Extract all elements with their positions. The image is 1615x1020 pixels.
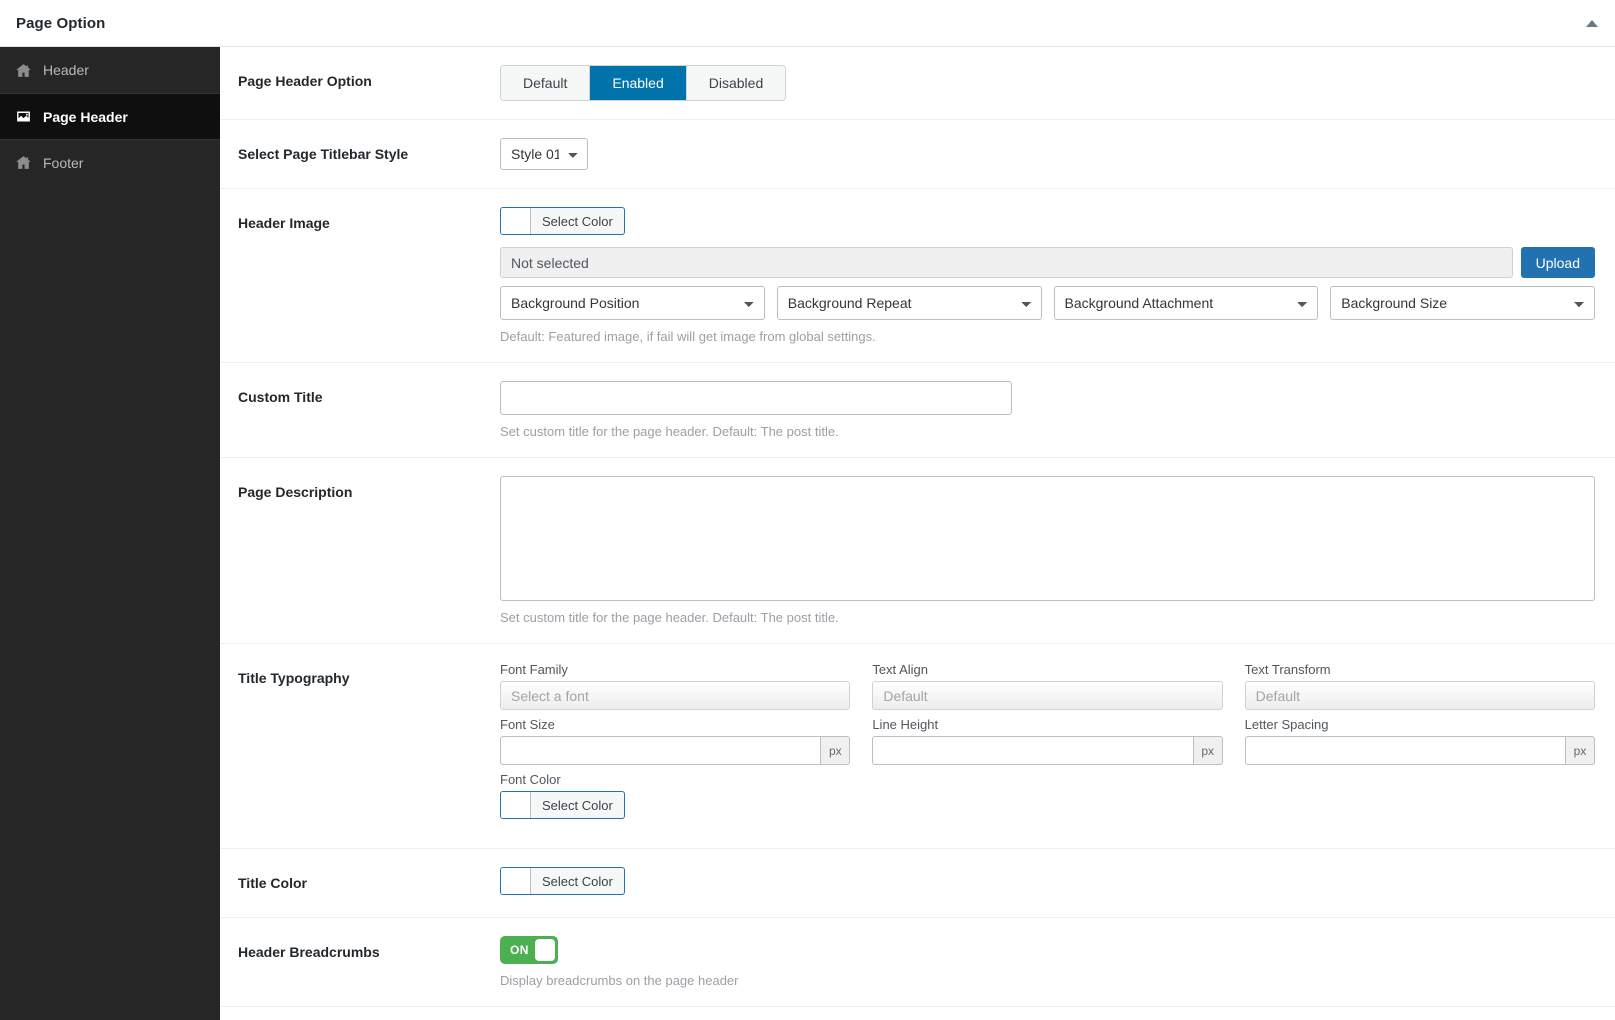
- color-swatch: [501, 868, 531, 895]
- row-page-description: Page Description Set custom title for th…: [220, 458, 1615, 645]
- letter-spacing-unit: px: [1565, 736, 1595, 766]
- sidebar-item-page-header[interactable]: Page Header: [0, 93, 227, 139]
- topbar: Page Option: [0, 0, 1615, 47]
- header-image-color-button[interactable]: Select Color: [500, 207, 625, 236]
- header-breadcrumbs-help-text: Display breadcrumbs on the page header: [500, 973, 739, 989]
- titlebar-style-select[interactable]: Style 01: [500, 138, 588, 171]
- text-transform-cell: Text Transform Default: [1244, 662, 1595, 711]
- letter-spacing-cell: Letter Spacing px: [1244, 717, 1595, 766]
- sidebar-item-footer[interactable]: Footer: [0, 139, 220, 185]
- sidebar-item-label: Footer: [43, 154, 84, 171]
- color-swatch: [501, 792, 531, 819]
- label-page-header-option: Page Header Option: [238, 73, 372, 89]
- typography-grid: Font Family Select a font Text Align Def…: [500, 662, 1595, 830]
- font-size-unit: px: [820, 736, 851, 766]
- label-title-typography: Title Typography: [238, 670, 350, 687]
- line-height-unit: px: [1192, 736, 1223, 766]
- header-image-file-input[interactable]: [500, 247, 1513, 279]
- background-attachment-select[interactable]: Background Attachment: [1053, 286, 1319, 321]
- row-custom-title: Custom Title Set custom title for the pa…: [220, 363, 1615, 459]
- custom-title-input[interactable]: [500, 381, 1012, 416]
- header-image-help-text: Default: Featured image, if fail will ge…: [500, 329, 876, 345]
- text-align-label: Text Align: [872, 662, 928, 678]
- row-header-breadcrumbs: Header Breadcrumbs ON Display breadcrumb…: [220, 918, 1615, 1008]
- toggle-knob: [534, 939, 555, 962]
- font-size-cell: Font Size px: [500, 717, 851, 766]
- text-align-cell: Text Align Default: [872, 662, 1223, 711]
- font-family-label: Font Family: [500, 662, 568, 678]
- label-custom-title: Custom Title: [238, 389, 323, 406]
- font-color-button[interactable]: Select Color: [500, 791, 625, 820]
- sidebar-item-label: Header: [43, 62, 89, 78]
- upload-button[interactable]: Upload: [1520, 247, 1595, 279]
- font-color-cell: Font Color Select Color: [500, 772, 850, 823]
- background-repeat-select[interactable]: Background Repeat: [776, 286, 1042, 321]
- font-family-cell: Font Family Select a font: [500, 662, 851, 711]
- row-header-image: Header Image Select Color Upload Backgro…: [220, 189, 1615, 364]
- sidebar-item-label: Page Header: [43, 108, 128, 125]
- row-title-typography: Title Typography Font Family Select a fo…: [220, 644, 1615, 850]
- title-color-button[interactable]: Select Color: [500, 867, 625, 896]
- sidebar: Header Page Header Footer: [0, 47, 227, 1020]
- color-button-label: Select Color: [542, 213, 613, 229]
- settings-list: Page Header Option Default Enabled Disab…: [220, 47, 1615, 1020]
- toggle-state-label: ON: [510, 943, 529, 958]
- caret-up-glyph: [1586, 19, 1598, 27]
- header-breadcrumbs-toggle[interactable]: ON: [500, 936, 558, 965]
- font-color-label: Font Color: [500, 772, 561, 788]
- color-button-label: Select Color: [542, 797, 613, 813]
- caret-up-icon[interactable]: [1583, 14, 1601, 32]
- text-align-select[interactable]: Default: [872, 681, 1223, 711]
- page-option-panel: Page Option Header Page Header Footer Pa…: [0, 0, 1615, 1020]
- label-title-color: Title Color: [238, 875, 307, 892]
- letter-spacing-input[interactable]: [1244, 736, 1565, 766]
- color-swatch: [501, 208, 531, 235]
- row-title-color: Title Color Select Color: [220, 849, 1615, 919]
- line-height-cell: Line Height px: [872, 717, 1223, 766]
- line-height-input[interactable]: [872, 736, 1193, 766]
- label-header-breadcrumbs: Header Breadcrumbs: [238, 944, 380, 961]
- background-options-row: Background Position Background Repeat Ba…: [500, 286, 1595, 321]
- image-icon: [14, 108, 32, 126]
- label-titlebar-style: Select Page Titlebar Style: [238, 146, 409, 163]
- font-family-select[interactable]: Select a font: [500, 681, 851, 711]
- option-enabled-button[interactable]: Enabled: [590, 66, 687, 101]
- page-title: Page Option: [16, 14, 106, 32]
- line-height-label: Line Height: [872, 717, 939, 733]
- letter-spacing-label: Letter Spacing: [1244, 717, 1329, 733]
- label-page-description: Page Description: [238, 484, 353, 501]
- page-header-option-button-group: Default Enabled Disabled: [500, 65, 787, 102]
- font-size-input[interactable]: [500, 736, 821, 766]
- font-size-label: Font Size: [500, 717, 555, 733]
- row-page-header-option: Page Header Option Default Enabled Disab…: [220, 47, 1615, 121]
- text-transform-label: Text Transform: [1244, 662, 1331, 678]
- home-icon: [14, 61, 32, 79]
- home-icon: [14, 154, 32, 172]
- header-image-file-row: Upload: [500, 247, 1595, 279]
- label-header-image: Header Image: [238, 215, 330, 232]
- sidebar-item-header[interactable]: Header: [0, 47, 220, 93]
- background-position-select[interactable]: Background Position: [500, 286, 765, 321]
- color-button-label: Select Color: [542, 873, 613, 889]
- custom-title-help-text: Set custom title for the page header. De…: [500, 424, 839, 440]
- page-description-help-text: Set custom title for the page header. De…: [500, 610, 839, 626]
- option-disabled-button[interactable]: Disabled: [686, 66, 786, 101]
- background-size-select[interactable]: Background Size: [1330, 286, 1595, 321]
- page-description-textarea[interactable]: [500, 476, 1595, 602]
- option-default-button[interactable]: Default: [501, 66, 591, 101]
- row-titlebar-style: Select Page Titlebar Style Style 01: [220, 120, 1615, 190]
- text-transform-select[interactable]: Default: [1244, 681, 1595, 711]
